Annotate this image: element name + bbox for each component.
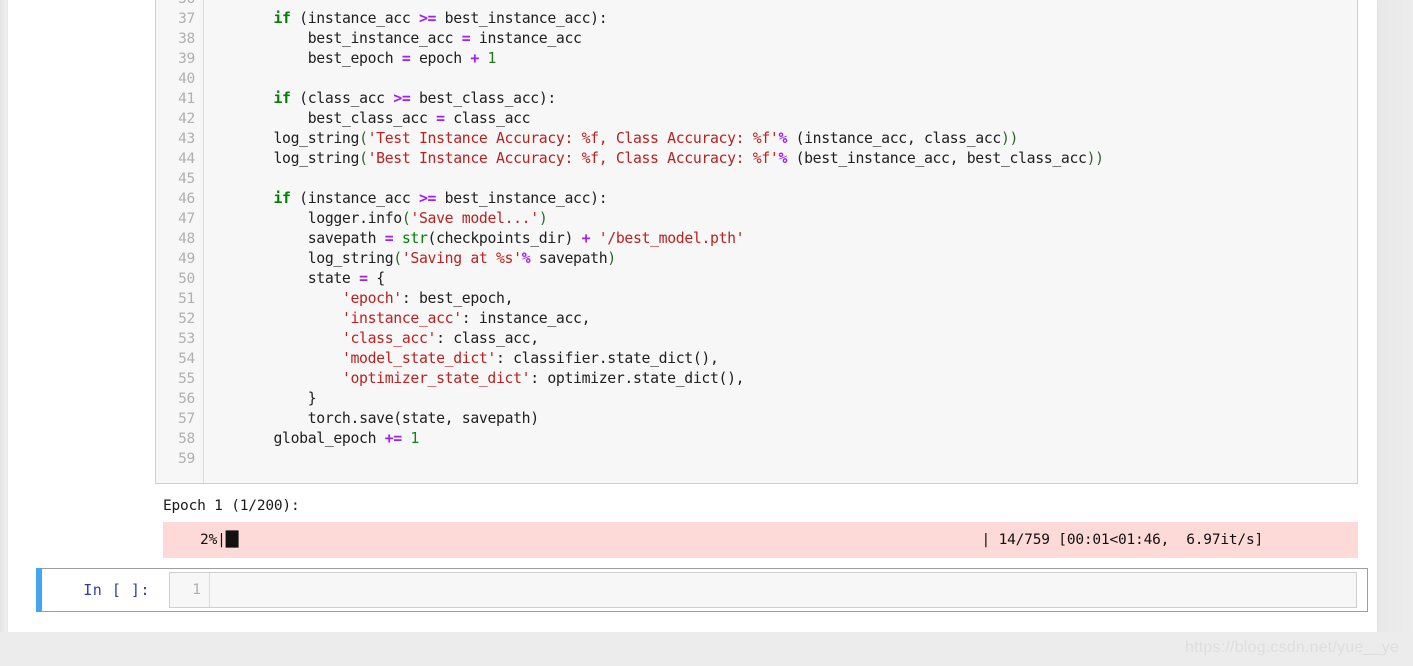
line-number: 58 (178, 431, 195, 447)
progress-bar-fill: 2%|█▌ (183, 532, 243, 548)
line-number: 52 (178, 311, 195, 327)
code-line: state = { (205, 270, 385, 287)
input-code-text[interactable] (211, 573, 1356, 607)
code-line: best_instance_acc = instance_acc (205, 30, 582, 47)
line-number: 36 (156, 0, 203, 9)
code-line: if (class_acc >= best_class_acc): (273, 90, 556, 107)
line-number: 42 (178, 111, 195, 127)
input-prompt-label: In [ ]: (83, 581, 150, 599)
code-line: best_epoch = epoch + 1 (205, 50, 497, 67)
code-cell[interactable]: 36 37 38 39 40 41 42 43 44 45 46 47 48 4… (155, 0, 1358, 484)
notebook-page: 36 37 38 39 40 41 42 43 44 45 46 47 48 4… (8, 0, 1377, 632)
output-stdout-line: Epoch 1 (1/200): (163, 492, 1358, 520)
code-editor-text[interactable]: if (instance_acc >= best_instance_acc): … (205, 0, 1357, 483)
cell-selection-bar (36, 568, 42, 612)
line-number: 44 (178, 151, 195, 167)
line-number: 41 (178, 91, 195, 107)
code-line: log_string('Saving at %s'% savepath) (205, 250, 616, 267)
code-line: if (instance_acc >= best_instance_acc): (273, 190, 608, 207)
line-number: 59 (178, 451, 195, 467)
code-line: global_epoch += 1 (205, 430, 419, 447)
code-line: if (instance_acc >= best_instance_acc): (273, 10, 608, 27)
line-number: 50 (178, 271, 195, 287)
input-cell-editor[interactable]: 1 (169, 572, 1357, 608)
code-line: log_string('Best Instance Accuracy: %f, … (205, 150, 1104, 167)
code-line: 'optimizer_state_dict': optimizer.state_… (341, 370, 745, 387)
progress-bar-stats: | 14/759 [00:01<01:46, 6.97it/s] (981, 532, 1264, 548)
code-line: 'epoch': best_epoch, (341, 290, 514, 307)
line-number: 55 (178, 371, 195, 387)
line-number: 53 (178, 331, 195, 347)
input-line-number: 1 (170, 573, 210, 607)
line-number: 47 (178, 211, 195, 227)
line-number: 56 (178, 391, 195, 407)
output-progress-bar: 2%|█▌ | 14/759 [00:01<01:46, 6.97it/s] (163, 522, 1358, 558)
watermark-text: https://blog.csdn.net/yue__ye (1185, 639, 1399, 656)
page-left-margin (0, 0, 8, 632)
code-line: log_string('Test Instance Accuracy: %f, … (205, 130, 1019, 147)
code-line: best_class_acc = class_acc (205, 110, 531, 127)
line-number: 51 (178, 291, 195, 307)
line-number: 57 (178, 411, 195, 427)
line-number: 54 (178, 351, 195, 367)
code-line: torch.save(state, savepath) (205, 410, 539, 427)
line-number: 43 (178, 131, 195, 147)
code-line: savepath = str(checkpoints_dir) + '/best… (205, 230, 745, 247)
code-line: } (307, 390, 317, 407)
line-number: 46 (178, 191, 195, 207)
line-number: 48 (178, 231, 195, 247)
page-right-margin (1377, 0, 1413, 632)
notebook-screen: 36 37 38 39 40 41 42 43 44 45 46 47 48 4… (0, 0, 1413, 661)
line-number: 49 (178, 251, 195, 267)
line-number: 40 (178, 71, 195, 87)
code-line: logger.info('Save model...') (205, 210, 548, 227)
code-line-number-gutter: 36 37 38 39 40 41 42 43 44 45 46 47 48 4… (156, 0, 204, 483)
code-line: 'model_state_dict': classifier.state_dic… (341, 350, 719, 367)
line-number: 39 (178, 51, 195, 67)
line-number: 38 (178, 31, 195, 47)
line-number: 45 (178, 171, 195, 187)
line-number: 37 (178, 11, 195, 27)
progress-bar-row: 2%|█▌ | 14/759 [00:01<01:46, 6.97it/s] (163, 522, 1358, 558)
code-line: 'class_acc': class_acc, (341, 330, 539, 347)
code-line: 'instance_acc': instance_acc, (341, 310, 591, 327)
